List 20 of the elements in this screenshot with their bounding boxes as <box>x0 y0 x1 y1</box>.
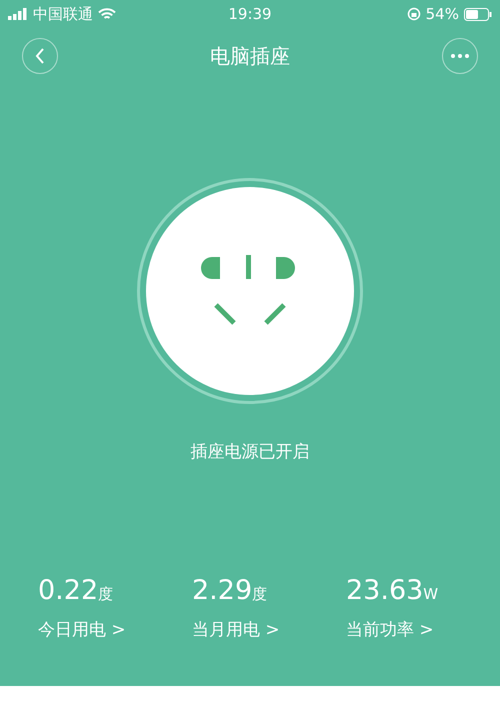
back-button[interactable] <box>22 38 58 74</box>
carrier-text: 中国联通 <box>33 4 93 24</box>
back-icon <box>34 48 46 64</box>
signal-icon <box>8 8 28 20</box>
stat-link[interactable]: 当月用电 > <box>192 618 280 641</box>
page-title: 电脑插座 <box>210 42 290 70</box>
stat-link[interactable]: 今日用电 > <box>38 618 126 641</box>
battery-text: 54% <box>426 5 459 23</box>
power-status-text: 插座电源已开启 <box>190 441 310 463</box>
power-toggle[interactable] <box>137 178 363 404</box>
stat-value: 23.63W <box>346 575 438 608</box>
stat-value: 2.29度 <box>192 575 268 608</box>
more-icon <box>450 53 470 59</box>
wifi-icon <box>98 8 116 20</box>
more-button[interactable] <box>442 38 478 74</box>
battery-icon <box>464 8 492 20</box>
stat-value: 0.22度 <box>38 575 114 608</box>
rotation-lock-icon <box>406 7 421 21</box>
stat-link[interactable]: 当前功率 > <box>346 618 434 641</box>
clock-text: 19:39 <box>228 5 272 23</box>
